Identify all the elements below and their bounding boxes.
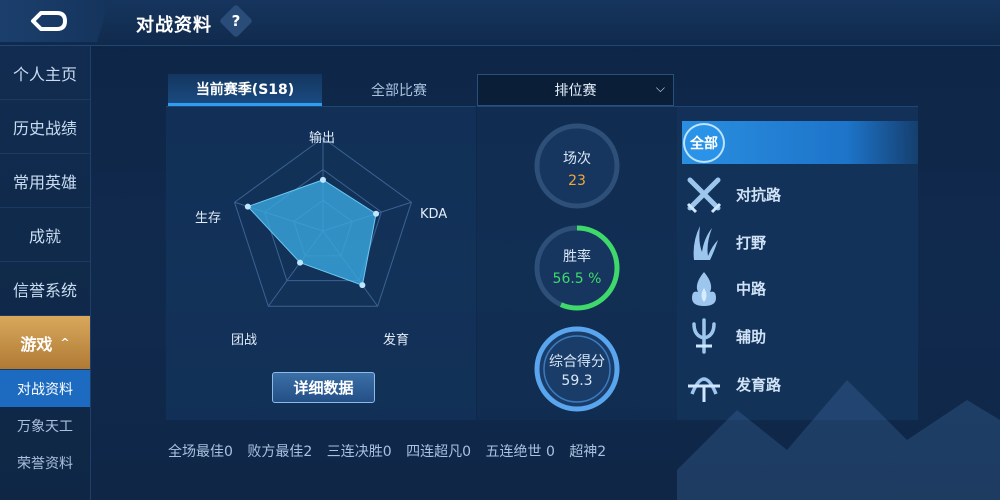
lane-label: 中路 — [736, 280, 767, 298]
radar-point-kda — [373, 210, 380, 217]
help-icon[interactable]: ? — [219, 4, 253, 38]
achievement-penta-kill: 五连绝世 0 — [485, 444, 555, 460]
lane-all-button[interactable]: 全部 — [683, 123, 725, 163]
claw-icon — [693, 226, 718, 260]
score-label: 综合得分 — [549, 354, 605, 370]
help-glyph: ? — [231, 12, 241, 30]
back-button[interactable] — [0, 0, 110, 42]
page-title: 对战资料 — [136, 15, 212, 36]
lane-all-label: 全部 — [690, 136, 718, 152]
sidebar-item-label: 常用英雄 — [12, 172, 77, 192]
sidebar-item-game[interactable]: 游戏 ^ — [0, 316, 90, 370]
sidebar-item-credit[interactable]: 信誉系统 — [0, 262, 90, 316]
stat-rings: 场次 23 胜率 56.5 % 综合得分 59.3 — [533, 122, 621, 412]
sidebar-subitem-label: 对战资料 — [17, 381, 73, 398]
sidebar-item-profile[interactable]: 个人主页 — [0, 46, 90, 100]
sidebar: 个人主页 历史战绩 常用英雄 成就 信誉系统 游戏 ^ 对战资料 万象天工 荣誉… — [0, 46, 91, 500]
radar-label-output: 输出 — [309, 131, 336, 146]
sidebar-item-heroes[interactable]: 常用英雄 — [0, 154, 90, 208]
tab-label: 全部比赛 — [371, 83, 427, 99]
lane-item-support[interactable]: 辅助 — [682, 314, 918, 358]
sidebar-item-label: 游戏 — [20, 334, 53, 354]
sidebar-item-achievements[interactable]: 成就 — [0, 208, 90, 262]
back-arrow-icon — [31, 11, 67, 31]
lane-label: 辅助 — [736, 328, 767, 346]
radar-label-kda: KDA — [420, 207, 448, 222]
tab-all-matches[interactable]: 全部比赛 — [322, 74, 476, 106]
lane-item-mid[interactable]: 中路 — [682, 266, 918, 310]
score-value: 59.3 — [561, 373, 593, 389]
sidebar-subitem-battle-data[interactable]: 对战资料 — [0, 370, 90, 407]
achievement-triple-kill: 三连决胜0 — [326, 444, 392, 460]
lane-item-adc[interactable]: 发育路 — [682, 362, 918, 406]
crossed-swords-icon — [686, 177, 722, 214]
lane-label: 发育路 — [736, 376, 782, 394]
matches-label: 场次 — [563, 151, 591, 167]
sidebar-item-history[interactable]: 历史战绩 — [0, 100, 90, 154]
detail-data-button[interactable]: 详细数据 — [272, 372, 375, 403]
sidebar-subitem-honor[interactable]: 荣誉资料 — [0, 444, 90, 481]
radar-label-growth: 发育 — [383, 333, 410, 348]
sidebar-item-label: 信誉系统 — [12, 280, 77, 300]
bow-icon — [688, 377, 720, 402]
winrate-value: 56.5 % — [552, 271, 602, 287]
trident-icon — [692, 318, 716, 354]
lane-item-top[interactable]: 对抗路 — [682, 172, 918, 216]
sidebar-item-label: 个人主页 — [12, 64, 77, 84]
sidebar-subitem-wanxiang[interactable]: 万象天工 — [0, 407, 90, 444]
achievement-summary: 全场最佳0 败方最佳2 三连决胜0 四连超凡0 五连绝世 0 超神2 — [168, 441, 616, 461]
sidebar-item-label: 成就 — [28, 226, 61, 246]
achievement-quadra-kill: 四连超凡0 — [406, 444, 472, 460]
lane-label: 打野 — [736, 234, 767, 252]
chevron-up-icon: ^ — [60, 336, 70, 349]
achievement-mvp: 全场最佳0 — [168, 444, 233, 460]
flame-icon — [692, 272, 716, 306]
mode-dropdown[interactable]: 排位赛 ⌵ — [477, 74, 674, 106]
top-bar: 对战资料 ? — [0, 0, 1000, 46]
sidebar-subitem-label: 万象天工 — [17, 418, 73, 435]
tab-label: 当前赛季(S18) — [195, 81, 295, 98]
achievement-losing-mvp: 败方最佳2 — [247, 444, 313, 460]
matches-value: 23 — [568, 173, 586, 189]
radar-point-survival — [244, 203, 251, 210]
detail-data-label: 详细数据 — [293, 379, 354, 397]
chevron-down-icon: ⌵ — [655, 81, 665, 95]
tab-current-season[interactable]: 当前赛季(S18) — [168, 74, 322, 106]
radar-point-teamfight — [297, 259, 304, 266]
radar-label-survival: 生存 — [195, 211, 222, 226]
lane-label: 对抗路 — [736, 186, 782, 204]
sidebar-item-label: 历史战绩 — [12, 118, 77, 138]
winrate-label: 胜率 — [563, 249, 591, 265]
achievement-legendary: 超神2 — [569, 444, 607, 460]
mode-dropdown-value: 排位赛 — [554, 83, 597, 99]
sidebar-subitem-label: 荣誉资料 — [17, 455, 73, 472]
radar-point-growth — [359, 282, 366, 289]
radar-label-teamfight: 团战 — [231, 333, 258, 348]
radar-point-output — [320, 176, 326, 183]
lane-item-jungle[interactable]: 打野 — [682, 220, 918, 264]
radar-value-polygon — [246, 179, 377, 286]
